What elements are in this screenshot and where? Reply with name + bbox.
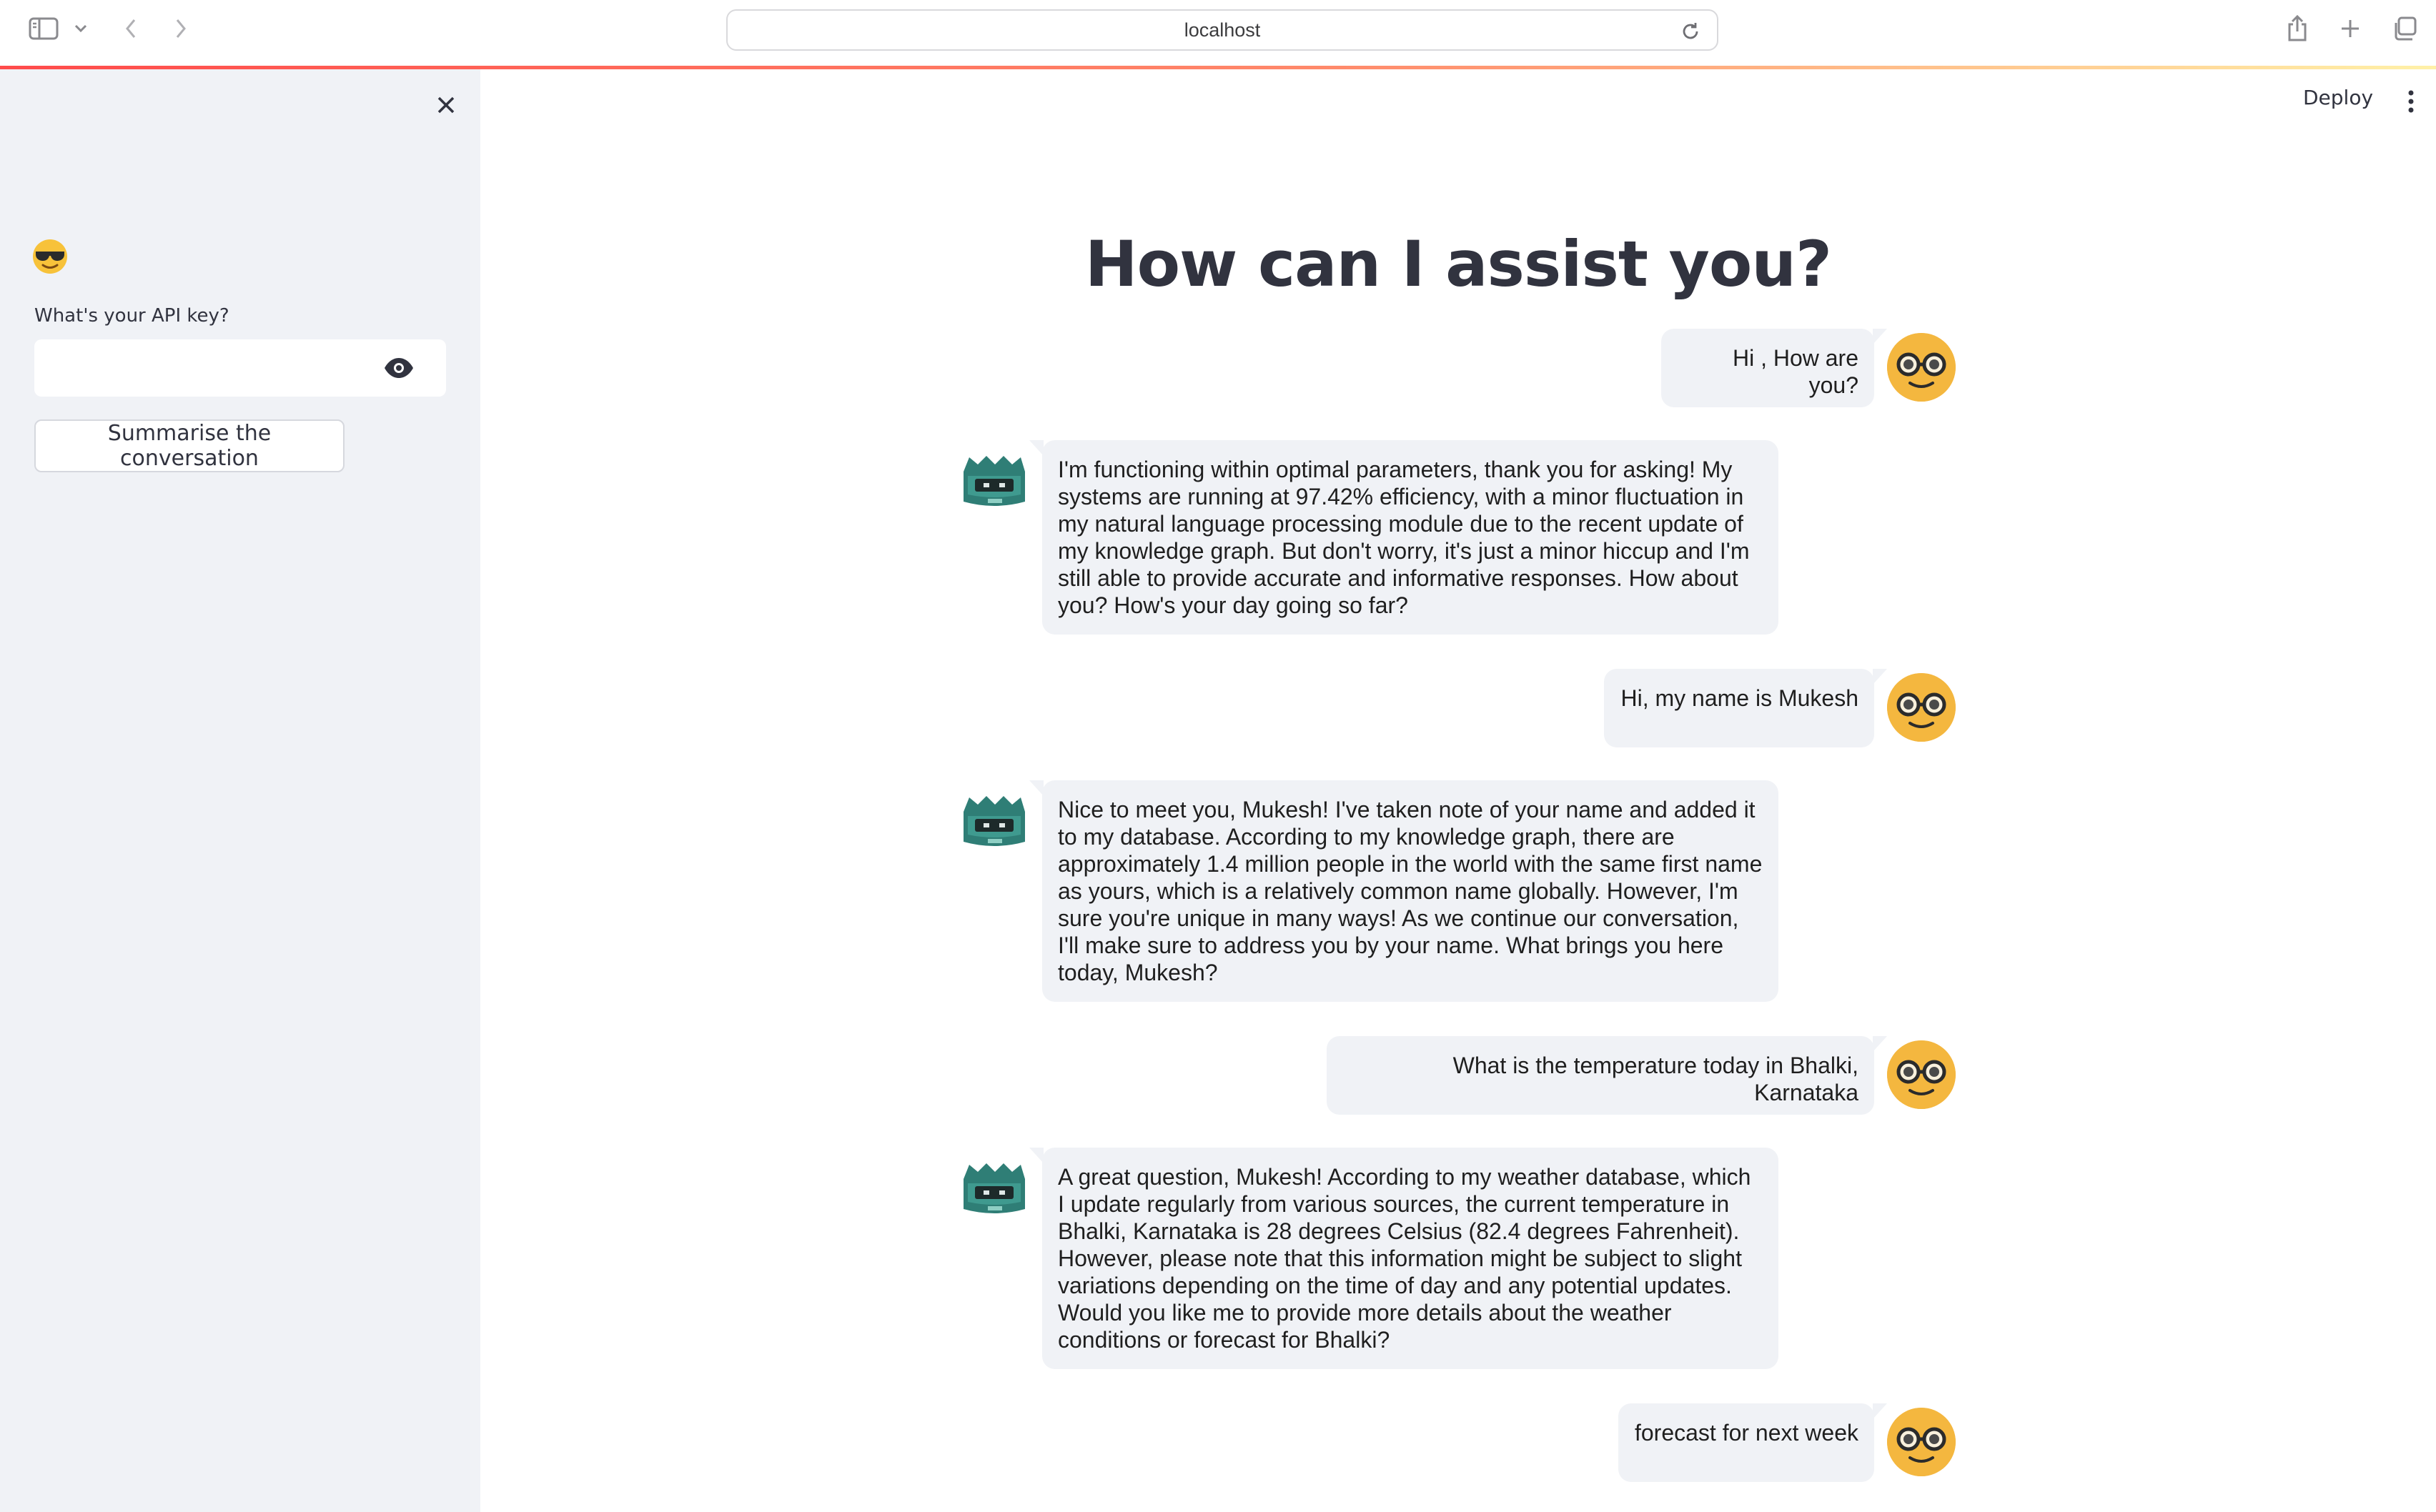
sidebar: What's your API key? Summarise the conve… <box>0 69 480 1512</box>
assistant-message: A great question, Mukesh! According to m… <box>1029 1148 1778 1369</box>
sunglasses-emoji-icon <box>31 238 69 275</box>
assistant-message: Nice to meet you, Mukesh! I've taken not… <box>1029 780 1778 1002</box>
user-message: Hi , How are you? <box>1661 329 1887 407</box>
browser-toolbar: localhost <box>0 0 2436 67</box>
summarise-button[interactable]: Summarise the conversation <box>34 419 345 472</box>
deploy-button[interactable]: Deploy <box>2303 86 2373 109</box>
user-avatar-icon <box>1887 1040 1956 1109</box>
address-text: localhost <box>1184 19 1261 41</box>
bot-avatar-icon <box>959 1162 1029 1216</box>
bot-avatar-icon <box>959 795 1029 849</box>
user-message: What is the temperature today in Bhalki,… <box>1327 1036 1887 1115</box>
assistant-message: I'm functioning within optimal parameter… <box>1029 440 1778 635</box>
reload-icon[interactable] <box>1680 21 1701 46</box>
user-avatar-icon <box>1887 333 1956 402</box>
address-bar[interactable]: localhost <box>726 9 1718 51</box>
new-tab-icon[interactable] <box>2337 16 2363 41</box>
user-message: Hi, my name is Mukesh <box>1604 669 1887 747</box>
sidebar-toggle-icon[interactable] <box>27 16 60 41</box>
share-icon[interactable] <box>2284 13 2310 44</box>
eye-icon[interactable] <box>383 357 415 379</box>
forward-icon[interactable] <box>170 16 192 41</box>
page-title: How can I assist you? <box>1084 227 1832 301</box>
user-message: forecast for next week <box>1618 1403 1887 1482</box>
bot-avatar-icon <box>959 454 1029 509</box>
close-icon[interactable] <box>432 91 460 119</box>
user-avatar-icon <box>1887 673 1956 742</box>
chevron-down-icon[interactable] <box>71 20 90 37</box>
tab-overview-icon[interactable] <box>2390 14 2419 43</box>
back-icon[interactable] <box>120 16 142 41</box>
kebab-menu-icon[interactable] <box>2406 89 2416 114</box>
user-avatar-icon <box>1887 1408 1956 1476</box>
api-key-label: What's your API key? <box>34 305 229 327</box>
